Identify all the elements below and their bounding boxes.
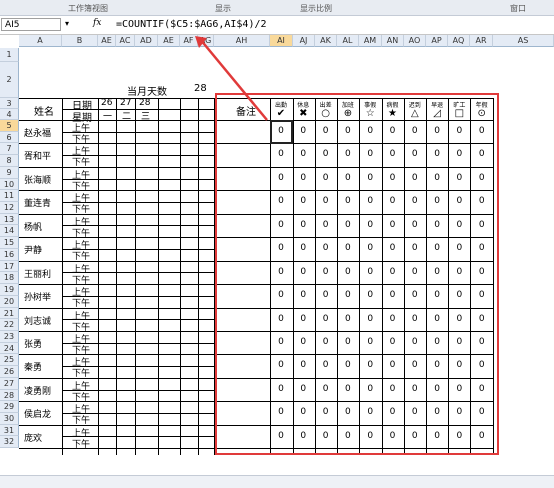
row-header-12[interactable]: 12 <box>0 202 19 214</box>
month-days-label[interactable]: 当月天数 <box>127 83 167 98</box>
pm-label[interactable]: 下午 <box>72 132 90 145</box>
employee-name[interactable]: 王丽利 <box>24 267 51 280</box>
ribbon-group-labels: 工作簿视图 显示 显示比例 窗口 <box>0 0 554 16</box>
row-header-16[interactable]: 16 <box>0 248 19 261</box>
row-header-5[interactable]: 5 <box>0 120 19 132</box>
column-header-ar[interactable]: AR <box>470 35 493 47</box>
row-header-20[interactable]: 20 <box>0 295 19 308</box>
row-header-27[interactable]: 27 <box>0 377 19 390</box>
employee-name[interactable]: 尹静 <box>24 243 42 256</box>
pm-label[interactable]: 下午 <box>72 155 90 168</box>
weekday-cell[interactable]: 三 <box>141 109 150 122</box>
row-header-19[interactable]: 19 <box>0 284 19 296</box>
row-header-1[interactable]: 1 <box>0 48 19 62</box>
pm-label[interactable]: 下午 <box>72 390 90 403</box>
column-header-an[interactable]: AN <box>382 35 404 47</box>
ribbon-show[interactable]: 显示 <box>215 3 231 14</box>
row-header-17[interactable]: 17 <box>0 260 19 273</box>
formula-input[interactable]: =COUNTIF($C5:$AG6,AI$4)/2 <box>116 18 267 31</box>
row-header-13[interactable]: 13 <box>0 213 19 226</box>
formula-bar: AI5 ▾ fx =COUNTIF($C5:$AG6,AI$4)/2 <box>0 16 554 35</box>
pm-label[interactable]: 下午 <box>72 413 90 426</box>
row-header-18[interactable]: 18 <box>0 272 19 285</box>
column-header-ao[interactable]: AO <box>404 35 426 47</box>
weekday-cell[interactable]: 一 <box>103 109 112 122</box>
pm-label[interactable]: 下午 <box>72 343 90 356</box>
row-header-31[interactable]: 31 <box>0 424 19 437</box>
column-header-aq[interactable]: AQ <box>448 35 470 47</box>
date-cell[interactable]: 26 <box>101 98 112 108</box>
row-header-23[interactable]: 23 <box>0 330 19 343</box>
employee-name[interactable]: 侯启龙 <box>24 407 51 420</box>
row-header-3[interactable]: 3 <box>0 98 19 109</box>
weekday-header[interactable]: 星期 <box>72 109 92 124</box>
column-header-ak[interactable]: AK <box>315 35 337 47</box>
row-header-11[interactable]: 11 <box>0 190 19 203</box>
row-header-8[interactable]: 8 <box>0 155 19 167</box>
column-header-a[interactable]: A <box>19 35 62 47</box>
column-header-ac[interactable]: AC <box>116 35 135 47</box>
column-header-al[interactable]: AL <box>337 35 359 47</box>
row-header-21[interactable]: 21 <box>0 307 19 320</box>
employee-name[interactable]: 刘志诚 <box>24 314 51 327</box>
column-header-am[interactable]: AM <box>359 35 382 47</box>
employee-name[interactable]: 赵永福 <box>24 126 51 139</box>
pm-label[interactable]: 下午 <box>72 179 90 192</box>
row-header-6[interactable]: 6 <box>0 131 19 144</box>
employee-name[interactable]: 张海顺 <box>24 173 51 186</box>
pm-label[interactable]: 下午 <box>72 202 90 215</box>
date-cell[interactable]: 27 <box>120 98 131 108</box>
chevron-down-icon[interactable]: ▾ <box>65 19 69 28</box>
row-header-28[interactable]: 28 <box>0 389 19 402</box>
ribbon-zoom[interactable]: 显示比例 <box>300 3 332 14</box>
column-header-ad[interactable]: AD <box>135 35 158 47</box>
pm-label[interactable]: 下午 <box>72 320 90 333</box>
row-header-30[interactable]: 30 <box>0 413 19 425</box>
employee-name[interactable]: 庞欢 <box>24 431 42 444</box>
name-header[interactable]: 姓名 <box>34 103 54 118</box>
pm-label[interactable]: 下午 <box>72 249 90 262</box>
horizontal-scrollbar[interactable] <box>0 475 554 488</box>
row-header-15[interactable]: 15 <box>0 237 19 249</box>
ribbon-workbook-views[interactable]: 工作簿视图 <box>68 3 108 14</box>
row-header-2[interactable]: 2 <box>0 62 19 98</box>
weekday-cell[interactable]: 二 <box>122 109 131 122</box>
pm-label[interactable]: 下午 <box>72 437 90 450</box>
row-header-29[interactable]: 29 <box>0 401 19 413</box>
employee-name[interactable]: 胥和平 <box>24 149 51 162</box>
column-header-aj[interactable]: AJ <box>293 35 315 47</box>
column-header-ae[interactable]: AE <box>98 35 116 47</box>
pm-label[interactable]: 下午 <box>72 226 90 239</box>
row-header-14[interactable]: 14 <box>0 225 19 238</box>
employee-name[interactable]: 秦勇 <box>24 360 42 373</box>
pm-label[interactable]: 下午 <box>72 366 90 379</box>
pm-label[interactable]: 下午 <box>72 273 90 286</box>
row-header-10[interactable]: 10 <box>0 178 19 191</box>
pm-label[interactable]: 下午 <box>72 296 90 309</box>
date-cell[interactable]: 28 <box>139 98 150 108</box>
employee-name[interactable]: 杨帆 <box>24 220 42 233</box>
row-header-25[interactable]: 25 <box>0 354 19 367</box>
column-header-b[interactable]: B <box>62 35 98 47</box>
row-header-9[interactable]: 9 <box>0 166 19 179</box>
annotation-arrow <box>195 36 268 121</box>
employee-name[interactable]: 张勇 <box>24 337 42 350</box>
name-box[interactable]: AI5 <box>1 18 61 31</box>
row-header-7[interactable]: 7 <box>0 143 19 156</box>
row-header-24[interactable]: 24 <box>0 342 19 355</box>
row-header-32[interactable]: 32 <box>0 436 19 449</box>
column-header-as[interactable]: AS <box>493 35 554 47</box>
column-header-ae[interactable]: AE <box>158 35 180 47</box>
employee-name[interactable]: 董连青 <box>24 196 51 209</box>
employee-name[interactable]: 凌勇刚 <box>24 384 51 397</box>
ribbon-window[interactable]: 窗口 <box>510 3 526 14</box>
employee-name[interactable]: 孙树举 <box>24 290 51 303</box>
function-icon[interactable]: fx <box>93 18 101 28</box>
row-header-4[interactable]: 4 <box>0 109 19 120</box>
highlight-box <box>215 93 499 455</box>
row-header-26[interactable]: 26 <box>0 366 19 378</box>
row-header-22[interactable]: 22 <box>0 319 19 331</box>
column-header-ap[interactable]: AP <box>426 35 448 47</box>
